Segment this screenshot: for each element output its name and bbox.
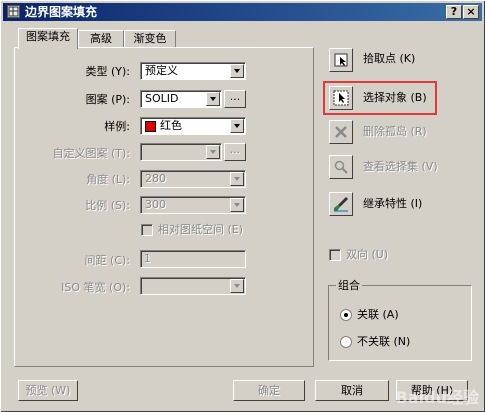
nonassociative-radio[interactable]: [340, 336, 352, 348]
relative-paper-checkbox[interactable]: [141, 224, 153, 236]
angle-select[interactable]: 280: [140, 170, 246, 188]
angle-label: 角度 (L):: [86, 173, 130, 186]
pick-points-button[interactable]: [329, 48, 353, 72]
inherit-properties-button[interactable]: [329, 192, 353, 216]
nonassociative-label[interactable]: 不关联 (N): [357, 335, 410, 349]
swatch-color-box: [145, 121, 156, 132]
relative-paper-label: 相对图纸空间 (E): [158, 223, 244, 236]
custom-pattern-select[interactable]: [140, 143, 222, 161]
custom-pattern-label: 自定义图案 (T):: [52, 147, 130, 160]
composition-group: [328, 285, 472, 361]
chevron-down-icon[interactable]: [230, 64, 244, 78]
radio-dot-icon: [344, 313, 348, 317]
chevron-down-icon[interactable]: [230, 119, 244, 133]
view-selection-button[interactable]: [329, 155, 353, 179]
pattern-select[interactable]: SOLID: [140, 90, 222, 108]
spacing-value: 1: [144, 252, 151, 265]
swatch-color-fill: [146, 122, 155, 131]
tab-hatch[interactable]: 图案填充: [18, 28, 78, 49]
iso-pen-width-label: ISO 笔宽 (O):: [61, 281, 130, 294]
double-checkbox[interactable]: [329, 249, 341, 261]
chevron-down-icon[interactable]: [206, 92, 220, 106]
title-bar[interactable]: 边界图案填充 ? ×: [3, 3, 482, 21]
swatch-label: 样例:: [104, 120, 130, 133]
type-select-value: 预定义: [145, 64, 178, 77]
close-button[interactable]: ×: [463, 5, 479, 19]
chevron-down-icon[interactable]: [230, 198, 244, 212]
pattern-browse-button[interactable]: ...: [224, 90, 246, 108]
pattern-label: 图案 (P):: [85, 93, 130, 106]
spacing-input[interactable]: 1: [140, 250, 246, 268]
scale-select[interactable]: 300: [140, 196, 246, 214]
iso-pen-width-select[interactable]: [140, 277, 246, 295]
view-selection-label[interactable]: 查看选择集 (V): [363, 160, 438, 174]
spacing-label: 间距 (C):: [84, 254, 130, 267]
custom-pattern-browse-button[interactable]: ...: [224, 143, 246, 161]
pick-points-icon: [334, 53, 348, 67]
chevron-down-icon[interactable]: [230, 279, 244, 293]
type-label: 类型 (Y):: [85, 65, 130, 78]
composition-title: 组合: [336, 279, 362, 293]
pick-points-label[interactable]: 拾取点 (K): [363, 52, 415, 66]
associative-radio[interactable]: [340, 309, 352, 321]
associative-label[interactable]: 关联 (A): [357, 308, 399, 322]
remove-islands-icon: [335, 126, 347, 138]
chevron-down-icon[interactable]: [230, 172, 244, 186]
tab-gradient[interactable]: 渐变色: [124, 30, 176, 48]
swatch-select[interactable]: 红色: [140, 117, 246, 135]
scale-value: 300: [145, 198, 166, 211]
inherit-properties-label[interactable]: 继承特性 (I): [363, 197, 422, 211]
scale-label: 比例 (S):: [85, 199, 130, 212]
cancel-button[interactable]: 取消: [315, 380, 389, 401]
remove-islands-label[interactable]: 删除孤岛 (R): [363, 125, 427, 139]
remove-islands-button[interactable]: [329, 120, 353, 144]
select-objects-highlight: [323, 81, 437, 115]
preview-button[interactable]: 预览 (W): [18, 380, 78, 401]
swatch-select-value: 红色: [160, 119, 182, 132]
double-label: 双向 (U): [346, 248, 389, 261]
type-select[interactable]: 预定义: [140, 62, 246, 80]
app-icon: [7, 5, 20, 18]
pattern-select-value: SOLID: [145, 92, 179, 105]
help-button[interactable]: ?: [446, 5, 462, 19]
angle-value: 280: [145, 172, 166, 185]
paintbrush-icon: [334, 197, 348, 212]
tab-advanced[interactable]: 高级: [78, 30, 124, 48]
chevron-down-icon[interactable]: [206, 145, 220, 159]
magnifier-icon: [334, 160, 348, 174]
ok-button[interactable]: 确定: [233, 380, 305, 401]
watermark: Baidu经验: [395, 388, 479, 407]
window-title: 边界图案填充: [25, 5, 98, 19]
